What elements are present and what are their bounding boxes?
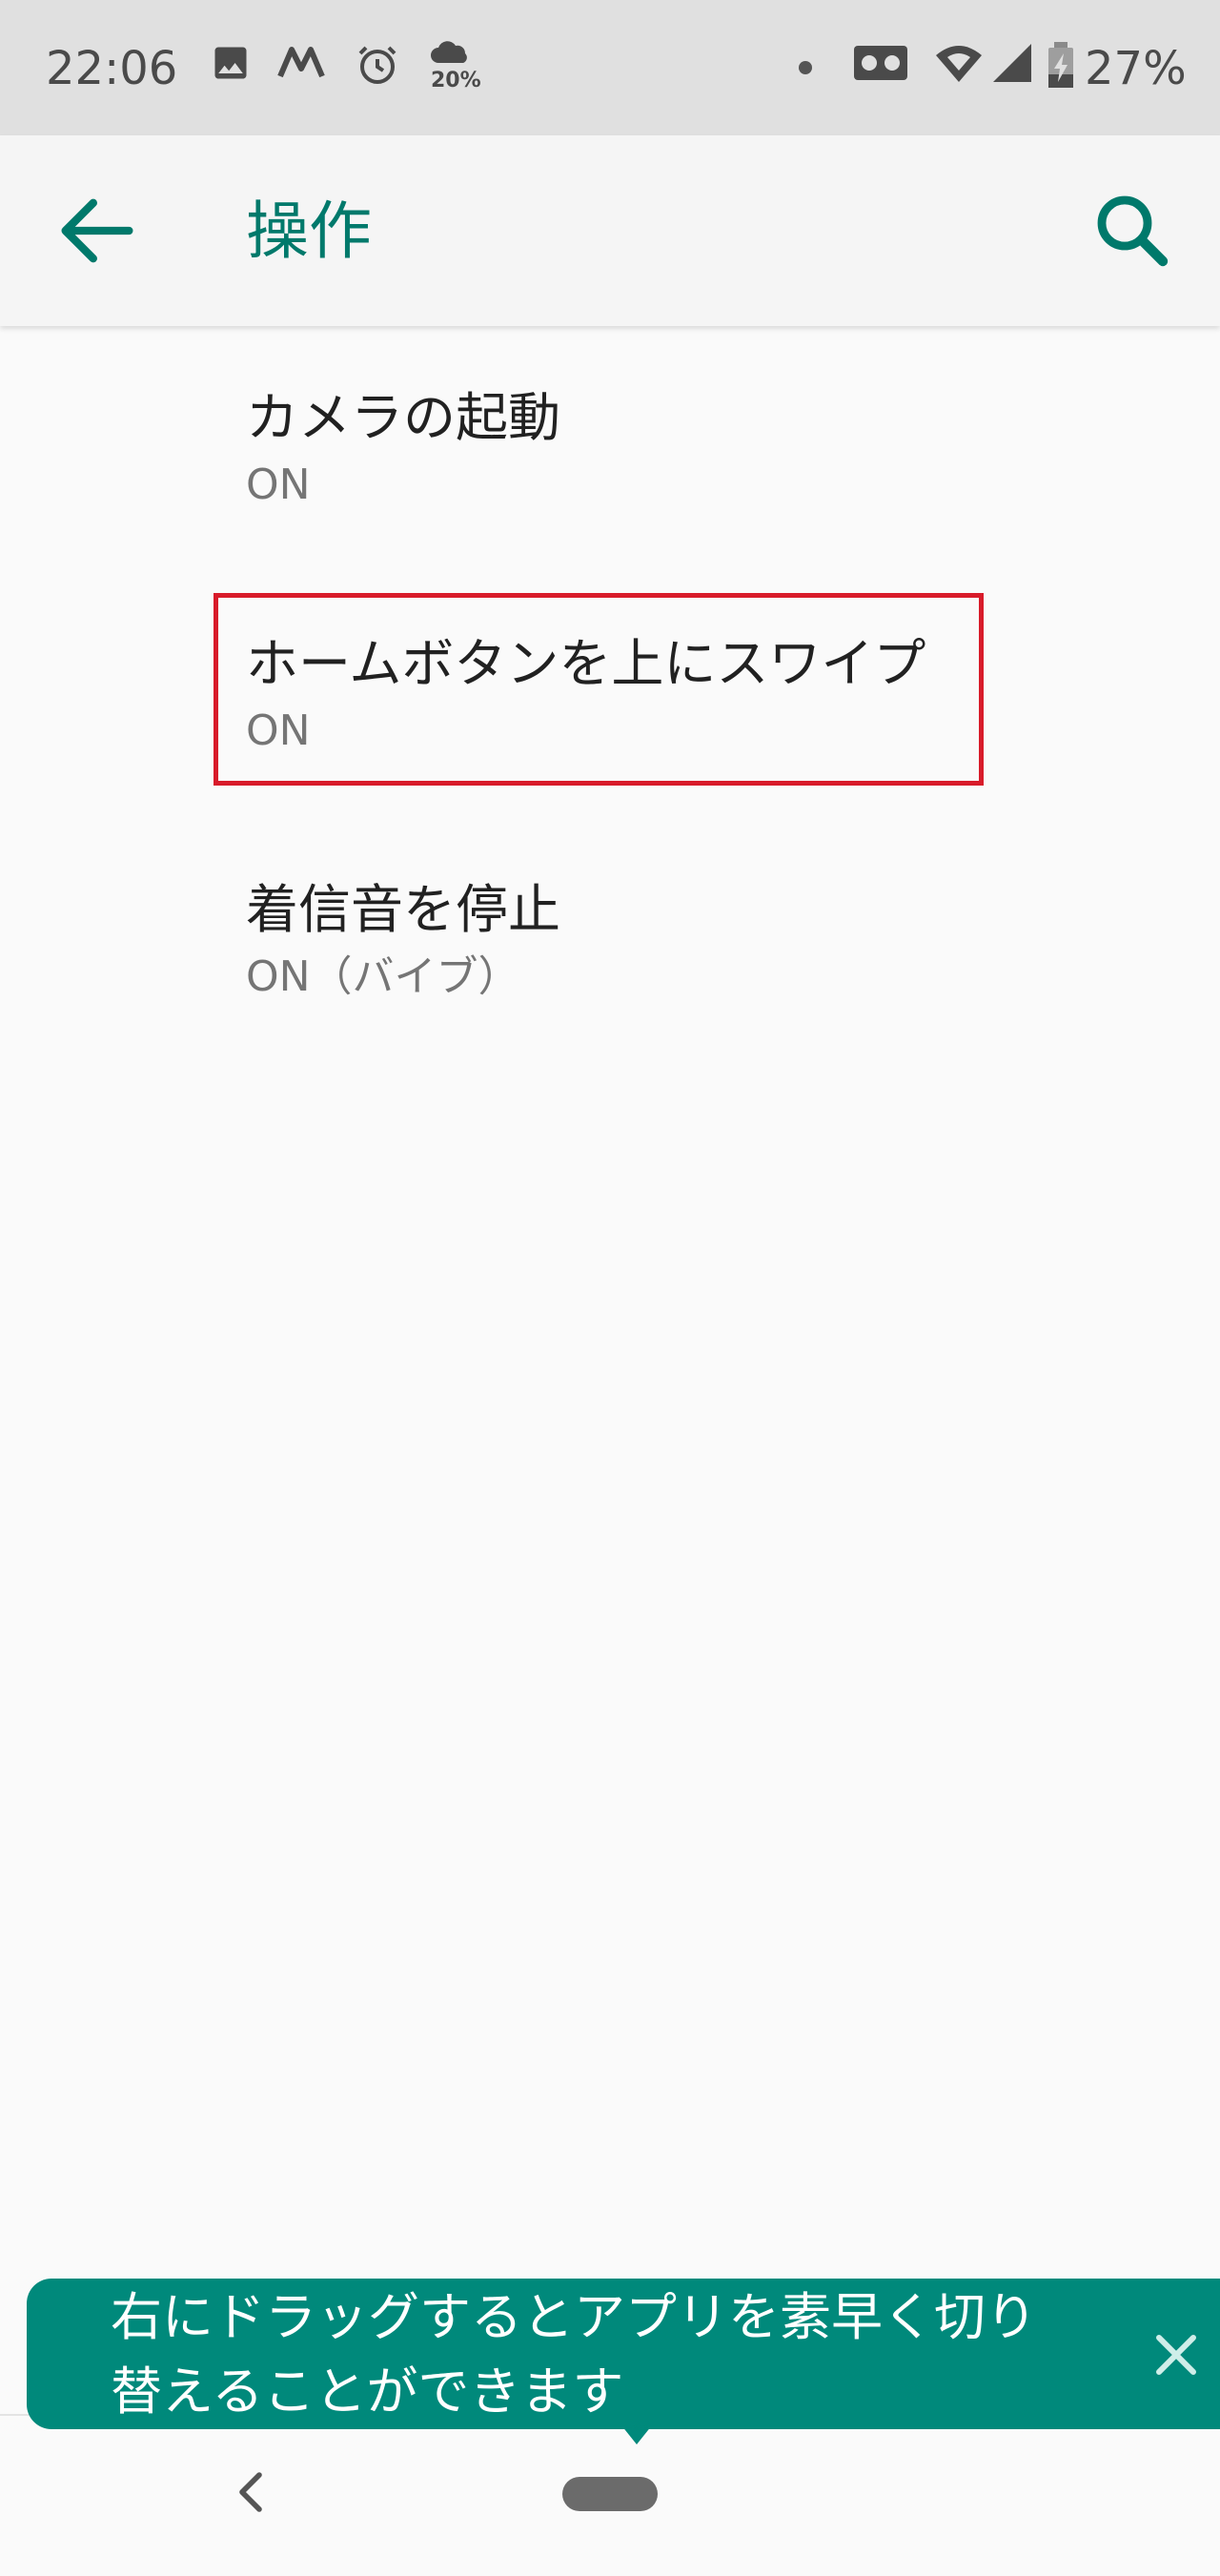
highlight-box — [214, 593, 984, 786]
swipe-hint-tooltip: 右にドラッグするとアプリを素早く切り 替えることができます — [27, 2279, 1220, 2429]
signal-icon — [993, 44, 1031, 82]
setting-subtitle: ON（バイブ） — [246, 952, 520, 1001]
page-title: 操作 — [246, 194, 372, 268]
arrow-left-icon — [61, 198, 133, 263]
voicemail-icon — [854, 46, 907, 80]
tooltip-line-2: 替えることができます — [111, 2361, 624, 2422]
nav-back-button[interactable] — [231, 2464, 269, 2521]
tooltip-text: 右にドラッグするとアプリを素早く切り 替えることができます — [111, 2280, 1102, 2429]
weather-percent: 20% — [431, 69, 481, 92]
alarm-icon — [358, 46, 396, 84]
battery-percent: 27% — [1085, 42, 1187, 95]
setting-title: カメラの起動 — [246, 387, 561, 448]
tooltip-close-button[interactable] — [1142, 2320, 1210, 2389]
setting-subtitle: ON — [246, 460, 311, 509]
weather-icon — [431, 41, 467, 63]
image-icon — [214, 47, 247, 79]
dot-icon — [799, 61, 812, 74]
wifi-icon — [936, 46, 982, 82]
home-pill-icon[interactable] — [562, 2477, 658, 2511]
battery-charging-icon — [1048, 42, 1073, 88]
m-app-icon — [277, 47, 325, 78]
search-icon — [1097, 195, 1169, 267]
setting-item-stop-ringing[interactable]: 着信音を停止 ON（バイブ） — [0, 818, 1220, 1056]
tooltip-arrow — [621, 2425, 652, 2444]
close-icon — [1156, 2335, 1196, 2375]
search-button[interactable] — [1087, 185, 1178, 276]
status-time: 22:06 — [46, 42, 178, 95]
chevron-left-icon — [239, 2472, 262, 2512]
setting-title: 着信音を停止 — [246, 879, 561, 940]
back-button[interactable] — [50, 183, 145, 278]
app-bar: 操作 — [0, 135, 1220, 326]
tooltip-line-1: 右にドラッグするとアプリを素早く切り — [111, 2287, 1037, 2347]
status-bar: 22:06 20% 27% — [0, 0, 1220, 135]
setting-item-camera-launch[interactable]: カメラの起動 ON — [0, 326, 1220, 564]
